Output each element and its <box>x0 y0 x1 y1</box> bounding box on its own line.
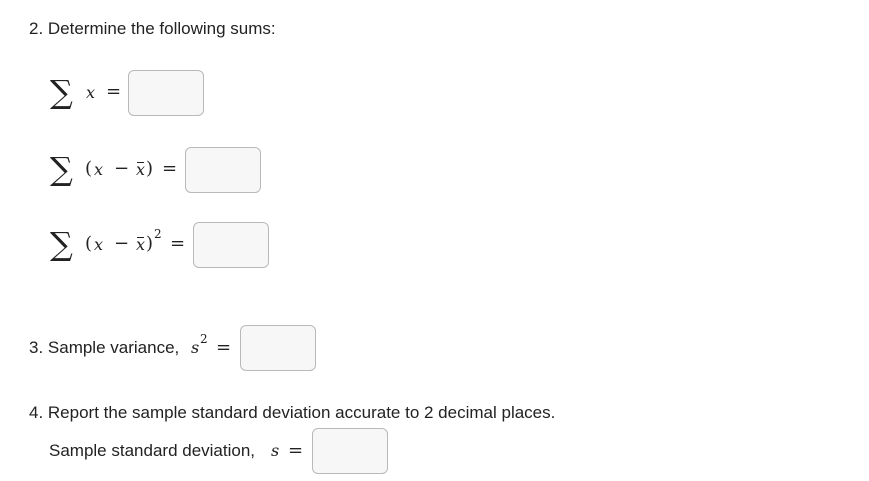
minus-sign: − <box>114 158 130 179</box>
variable-x: x <box>86 83 96 102</box>
equals-sign: = <box>288 440 304 461</box>
equals-sign: = <box>170 233 186 254</box>
right-paren: ) <box>146 233 154 254</box>
left-paren: ( <box>85 233 93 254</box>
variable-s: s <box>191 338 200 357</box>
sample-std-dev-label: Sample standard deviation, <box>49 441 256 460</box>
sum-squared-deviation-expression: ∑ ( x − x ) 2 = <box>50 228 185 260</box>
equals-sign: = <box>162 158 178 179</box>
mean-x-bar: x <box>136 160 146 179</box>
equals-sign: = <box>106 81 122 102</box>
variable-s: s <box>271 441 280 460</box>
minus-sign: − <box>114 233 130 254</box>
question-4-prompt: 4. Report the sample standard deviation … <box>29 403 556 422</box>
sigma-symbol: ∑ <box>50 225 73 263</box>
sample-std-dev-input[interactable] <box>312 428 388 474</box>
sum-squared-deviation-input[interactable] <box>193 222 269 268</box>
left-paren: ( <box>85 158 93 179</box>
exponent-2: 2 <box>200 332 208 346</box>
sum-x-input[interactable] <box>128 70 204 116</box>
sample-variance-label: 3. Sample variance, <box>29 338 180 357</box>
sum-deviation-input[interactable] <box>185 147 261 193</box>
right-paren: ) <box>146 158 154 179</box>
mean-x-bar: x <box>136 235 146 254</box>
equals-sign: = <box>216 337 232 358</box>
sigma-symbol: ∑ <box>50 73 73 111</box>
sample-variance-input[interactable] <box>240 325 316 371</box>
sum-deviation-expression: ∑ ( x − x ) = <box>50 153 177 185</box>
variable-x: x <box>94 160 104 179</box>
question-2-heading: 2. Determine the following sums: <box>29 19 276 38</box>
exponent-2: 2 <box>154 227 162 241</box>
variable-x: x <box>94 235 104 254</box>
sigma-symbol: ∑ <box>50 150 73 188</box>
